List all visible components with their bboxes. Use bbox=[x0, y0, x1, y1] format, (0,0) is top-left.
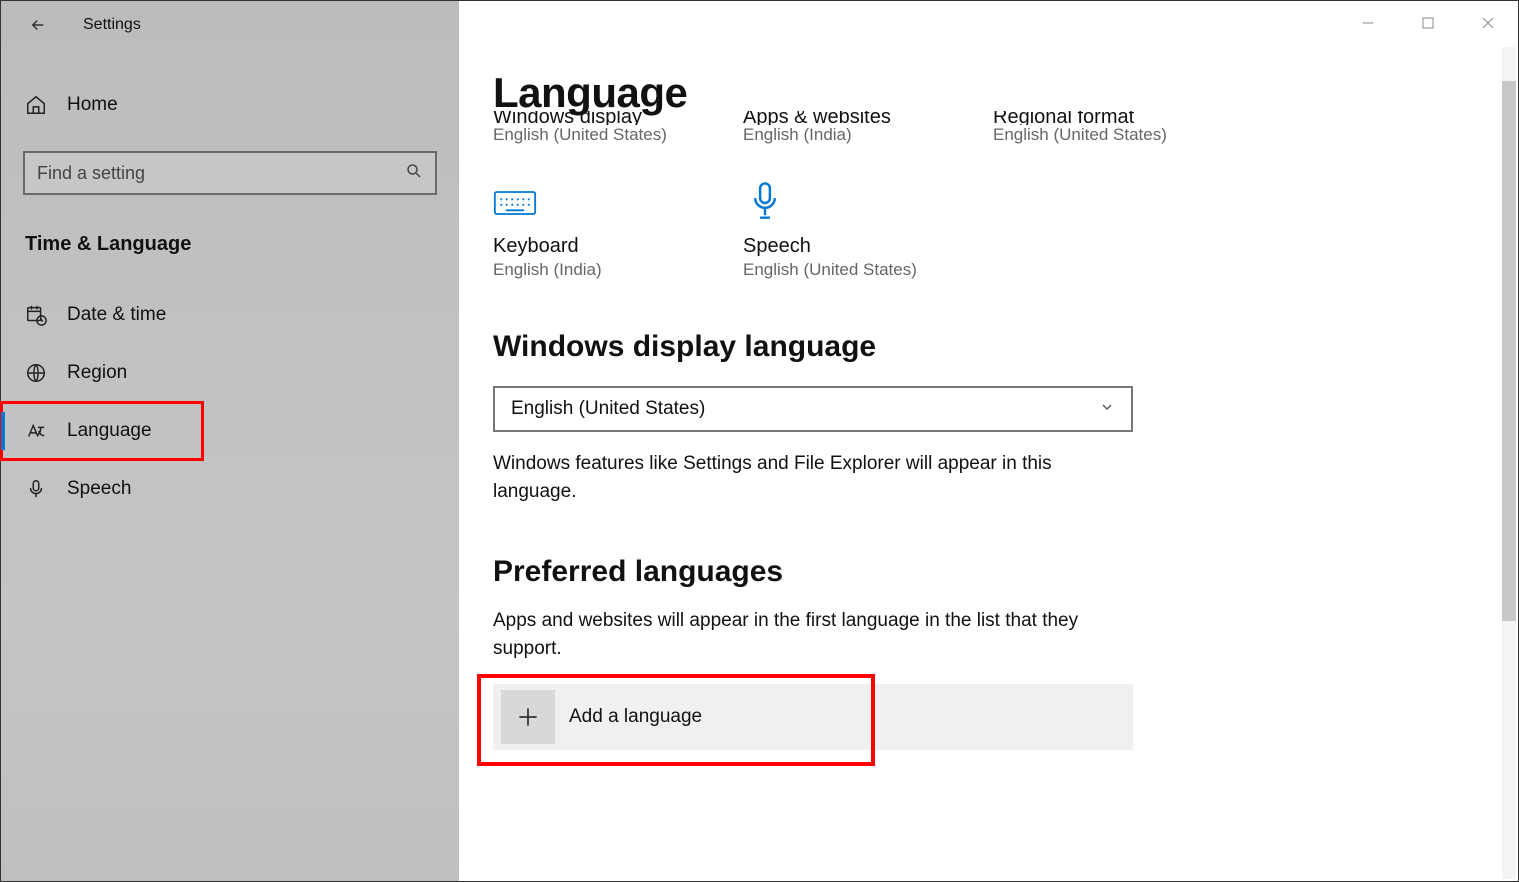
calendar-clock-icon bbox=[25, 304, 47, 326]
sidebar: Settings Home Time & Language Date & tim… bbox=[1, 1, 459, 881]
sidebar-item-label: Speech bbox=[67, 478, 131, 500]
sidebar-item-language[interactable]: Language bbox=[1, 402, 203, 460]
overview-card-regional-format[interactable]: Regional format English (United States) bbox=[993, 111, 1173, 145]
search-icon bbox=[405, 162, 423, 185]
overview-row-1: Windows display English (United States) … bbox=[493, 111, 1193, 145]
sidebar-nav: Date & time Region Language Speech bbox=[1, 286, 459, 518]
search-input[interactable] bbox=[37, 163, 405, 184]
search-box[interactable] bbox=[23, 151, 437, 195]
microphone-icon bbox=[25, 478, 47, 500]
card-title: Apps & websites bbox=[743, 111, 891, 125]
display-language-dropdown[interactable]: English (United States) bbox=[493, 386, 1133, 432]
preferred-languages-helper: Apps and websites will appear in the fir… bbox=[493, 607, 1133, 662]
sidebar-home-label: Home bbox=[67, 94, 118, 116]
sidebar-item-date-time[interactable]: Date & time bbox=[1, 286, 459, 344]
add-language-label: Add a language bbox=[569, 706, 702, 728]
card-title: Keyboard bbox=[493, 235, 673, 258]
add-language-button[interactable]: Add a language bbox=[493, 684, 1133, 750]
overview-card-keyboard[interactable]: Keyboard English (India) bbox=[493, 185, 673, 280]
card-subtitle: English (India) bbox=[743, 125, 923, 145]
display-language-heading: Windows display language bbox=[493, 330, 1518, 364]
card-subtitle: English (India) bbox=[493, 260, 673, 280]
overview-card-apps-websites[interactable]: Apps & websites English (India) bbox=[743, 111, 923, 145]
app-title: Settings bbox=[83, 16, 141, 34]
preferred-languages-heading: Preferred languages bbox=[493, 555, 1518, 589]
sidebar-item-label: Language bbox=[67, 420, 152, 442]
card-title: Speech bbox=[743, 235, 923, 258]
home-icon bbox=[25, 94, 47, 116]
card-subtitle: English (United States) bbox=[993, 125, 1173, 145]
page-title: Language bbox=[493, 69, 1518, 117]
back-button[interactable] bbox=[29, 16, 47, 34]
overview-card-windows-display[interactable]: Windows display English (United States) bbox=[493, 111, 673, 145]
maximize-button[interactable] bbox=[1398, 1, 1458, 45]
plus-icon bbox=[501, 690, 555, 744]
sidebar-item-region[interactable]: Region bbox=[1, 344, 459, 402]
card-title: Windows display bbox=[493, 111, 642, 125]
overview-row-2: Keyboard English (India) Speech English … bbox=[493, 185, 1193, 280]
sidebar-item-label: Date & time bbox=[67, 304, 166, 326]
language-icon bbox=[25, 420, 47, 442]
card-title: Regional format bbox=[993, 111, 1134, 125]
sidebar-home[interactable]: Home bbox=[1, 77, 459, 133]
chevron-down-icon bbox=[1099, 399, 1115, 420]
overview-card-speech[interactable]: Speech English (United States) bbox=[743, 185, 923, 280]
search-wrap bbox=[23, 151, 437, 195]
display-language-helper: Windows features like Settings and File … bbox=[493, 450, 1133, 505]
dropdown-selected-label: English (United States) bbox=[511, 398, 705, 420]
card-subtitle: English (United States) bbox=[743, 260, 923, 280]
close-button[interactable] bbox=[1458, 1, 1518, 45]
titlebar: Settings bbox=[1, 1, 459, 49]
sidebar-section-label: Time & Language bbox=[25, 233, 459, 256]
main-content: Language Windows display English (United… bbox=[459, 1, 1518, 881]
window-controls bbox=[1338, 1, 1518, 45]
microphone-icon bbox=[743, 185, 787, 221]
globe-icon bbox=[25, 362, 47, 384]
card-subtitle: English (United States) bbox=[493, 125, 673, 145]
keyboard-icon bbox=[493, 185, 537, 221]
sidebar-item-label: Region bbox=[67, 362, 127, 384]
minimize-button[interactable] bbox=[1338, 1, 1398, 45]
scrollbar-thumb[interactable] bbox=[1502, 81, 1516, 621]
sidebar-item-speech[interactable]: Speech bbox=[1, 460, 459, 518]
